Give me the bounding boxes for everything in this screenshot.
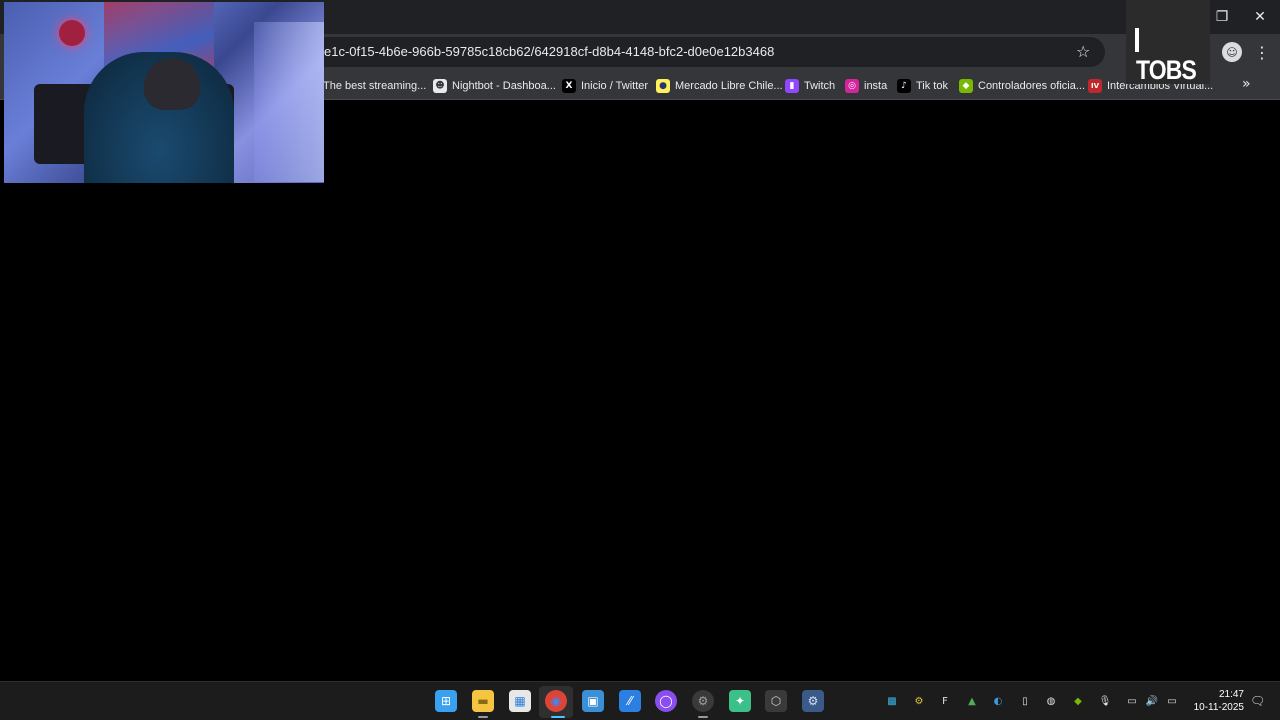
steam-icon[interactable]: ⚙	[692, 690, 714, 712]
bookmark-label: Nightbot - Dashboa...	[452, 80, 556, 92]
address-bar[interactable]: e1c-0f15-4b6e-966b-59785c18cb62/642918cf…	[310, 37, 1105, 67]
bookmark-label: The best streaming...	[323, 80, 427, 92]
bookmark-mercado-libre[interactable]: ● Mercado Libre Chile...	[656, 76, 783, 96]
running-indicator	[698, 716, 708, 718]
bookmark-label: insta	[864, 80, 888, 92]
clock-date: 10-11-2025	[1193, 702, 1244, 713]
webcam-helmet	[59, 20, 85, 46]
tray-gear-icon[interactable]: ⚙	[912, 694, 926, 708]
url-text[interactable]: e1c-0f15-4b6e-966b-59785c18cb62/642918cf…	[324, 44, 774, 59]
instagram-icon: ◎	[845, 79, 859, 93]
twitch-icon: ▮	[785, 79, 799, 93]
bookmark-label: Tik tok	[916, 80, 948, 92]
clock-time: 21:47	[1218, 689, 1244, 700]
purple-app-icon[interactable]: ◯	[655, 690, 677, 712]
taskbar-clock[interactable]: 21:47 10-11-2025	[1188, 688, 1244, 714]
start-menu-icon[interactable]: ⊞	[435, 690, 457, 712]
webcam-light	[254, 22, 324, 182]
tray-nvidia-icon[interactable]: ◆	[1071, 694, 1085, 708]
bookmark-star-icon[interactable]: ☆	[1076, 42, 1090, 61]
running-indicator	[478, 716, 488, 718]
bookmark-streaming[interactable]: The best streaming...	[323, 76, 426, 96]
close-window-icon[interactable]: ✕	[1240, 0, 1280, 34]
network-icon[interactable]: ▭	[1125, 694, 1139, 708]
volume-icon[interactable]: 🔊	[1145, 694, 1159, 708]
webcam-head	[144, 58, 200, 110]
taskbar: ⊞ ▬ ▦ ◉ ▣ ⁄⁄ ◯ ⚙ ✦ ⬡ ⚙ ▩ ⚙ F ▲ ◐ ▯ ◍ ◆ 🎙…	[0, 681, 1280, 720]
bookmarks-overflow-icon[interactable]: »	[1242, 76, 1251, 92]
tray-f-icon[interactable]: F	[938, 694, 952, 708]
bookmark-label: Mercado Libre Chile...	[675, 80, 783, 92]
green-app-icon[interactable]: ✦	[729, 690, 751, 712]
obs-logo-text: TOBS	[1136, 55, 1197, 85]
tray-app-icon[interactable]: ▩	[885, 694, 899, 708]
microphone-icon[interactable]: 🎙	[1098, 694, 1112, 708]
obs-logo: TOBS	[1136, 24, 1199, 86]
tray-green-icon[interactable]: ▲	[965, 694, 979, 708]
page-content	[0, 101, 1280, 681]
tiktok-icon: ♪	[897, 79, 911, 93]
bookmark-tiktok[interactable]: ♪ Tik tok	[897, 76, 948, 96]
webcam-overlay	[4, 2, 324, 183]
battery-icon[interactable]: ▭	[1165, 694, 1179, 708]
bookmark-label: Twitch	[804, 80, 836, 92]
x-twitter-icon: X	[562, 79, 576, 93]
active-indicator	[551, 716, 565, 718]
mercado-libre-icon: ●	[656, 79, 670, 93]
bookmark-twitter[interactable]: X Inicio / Twitter	[562, 76, 648, 96]
nvidia-icon: ◆	[959, 79, 973, 93]
nightbot-icon: ☻	[433, 79, 447, 93]
tray-circle-icon[interactable]: ◍	[1044, 694, 1058, 708]
profile-avatar-icon[interactable]: ☺	[1222, 42, 1242, 62]
store-icon[interactable]: ▦	[509, 690, 531, 712]
bookmark-twitch[interactable]: ▮ Twitch	[785, 76, 835, 96]
notes-app-icon[interactable]: ⁄⁄	[619, 690, 641, 712]
unity-icon[interactable]: ⬡	[765, 690, 787, 712]
notification-icon[interactable]: 🗨	[1250, 694, 1265, 708]
intercambios-icon: IV	[1088, 79, 1102, 93]
bookmark-nvidia-drivers[interactable]: ◆ Controladores oficia...	[959, 76, 1085, 96]
browser-menu-icon[interactable]: ⋮	[1252, 42, 1272, 62]
bookmark-nightbot[interactable]: ☻ Nightbot - Dashboa...	[433, 76, 556, 96]
file-explorer-icon[interactable]: ▬	[472, 690, 494, 712]
obs-overlay: TOBS	[1126, 0, 1210, 86]
tray-usb-icon[interactable]: ▯	[1018, 694, 1032, 708]
bookmark-label: Inicio / Twitter	[581, 80, 649, 92]
settings-icon[interactable]: ⚙	[802, 690, 824, 712]
bookmark-instagram[interactable]: ◎ insta	[845, 76, 887, 96]
display-app-icon[interactable]: ▣	[582, 690, 604, 712]
bookmark-label: Controladores oficia...	[978, 80, 1085, 92]
tray-blue-icon[interactable]: ◐	[991, 694, 1005, 708]
chrome-icon[interactable]: ◉	[545, 690, 567, 712]
